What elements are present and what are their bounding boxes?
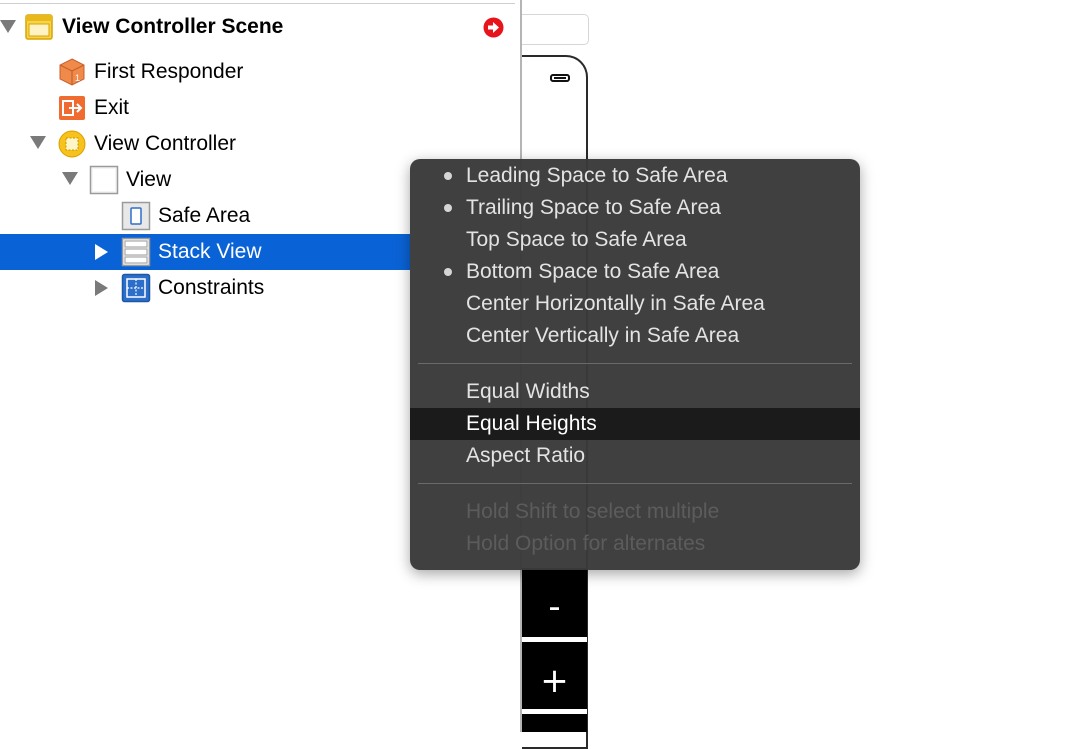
menu-item-label: Aspect Ratio — [466, 444, 586, 467]
outline-row-stack-view[interactable]: Stack View — [0, 234, 410, 270]
menu-item-label: Trailing Space to Safe Area — [466, 196, 721, 219]
minus-button[interactable]: - — [522, 590, 587, 624]
constraints-icon — [121, 273, 151, 303]
menu-item-label: Leading Space to Safe Area — [466, 164, 728, 187]
outline-row-first-responder[interactable]: 1 First Responder — [0, 54, 515, 90]
view-controller-icon — [58, 130, 86, 158]
menu-item-equal-heights[interactable]: Equal Heights — [410, 408, 860, 440]
outline-label: Constraints — [158, 276, 265, 299]
menu-item-label: Center Horizontally in Safe Area — [466, 292, 765, 315]
disclosure-collapsed-icon[interactable] — [95, 244, 108, 260]
view-icon — [89, 165, 119, 195]
menu-separator — [418, 483, 852, 484]
exit-icon — [59, 96, 85, 120]
outline-top-divider — [0, 3, 515, 4]
menu-item-center-vertically[interactable]: Center Vertically in Safe Area — [410, 320, 860, 352]
menu-hint-shift: Hold Shift to select multiple — [410, 496, 860, 528]
menu-hint-label: Hold Option for alternates — [466, 532, 706, 555]
menu-hint-option: Hold Option for alternates — [410, 528, 860, 560]
menu-separator — [418, 363, 852, 364]
menu-item-bottom-space[interactable]: Bottom Space to Safe Area — [410, 256, 860, 288]
menu-item-leading-space[interactable]: Leading Space to Safe Area — [410, 160, 860, 192]
scene-dock-bar[interactable] — [522, 14, 589, 45]
warning-arrow-icon[interactable] — [483, 17, 504, 38]
outline-label: View — [126, 168, 172, 191]
menu-item-equal-widths[interactable]: Equal Widths — [410, 376, 860, 408]
scene-title: View Controller Scene — [62, 15, 284, 38]
constraint-popup-menu[interactable]: Leading Space to Safe Area Trailing Spac… — [410, 159, 860, 570]
outline-row-view-controller[interactable]: View Controller — [0, 126, 515, 162]
checked-bullet-icon — [444, 204, 452, 212]
menu-item-label: Top Space to Safe Area — [466, 228, 687, 251]
stack-separator — [522, 637, 587, 642]
outline-row-exit[interactable]: Exit — [0, 90, 515, 126]
outline-row-scene[interactable]: View Controller Scene — [0, 10, 515, 46]
safe-area-icon — [121, 201, 151, 231]
stepper-stack[interactable]: - + — [522, 568, 587, 732]
outline-label: Stack View — [158, 240, 262, 263]
outline-label: First Responder — [94, 60, 244, 83]
checked-bullet-icon — [444, 268, 452, 276]
outline-label: Exit — [94, 96, 130, 119]
menu-item-label: Equal Widths — [466, 380, 590, 403]
stack-view-icon — [121, 237, 151, 267]
stack-separator — [522, 709, 587, 714]
speaker-icon — [550, 74, 570, 82]
menu-item-label: Bottom Space to Safe Area — [466, 260, 720, 283]
menu-hint-label: Hold Shift to select multiple — [466, 500, 720, 523]
outline-label: Safe Area — [158, 204, 251, 227]
menu-item-label: Equal Heights — [466, 412, 597, 435]
checked-bullet-icon — [444, 172, 452, 180]
disclosure-expanded-icon[interactable] — [62, 172, 78, 185]
disclosure-expanded-icon[interactable] — [30, 136, 46, 149]
menu-item-top-space[interactable]: Top Space to Safe Area — [410, 224, 860, 256]
first-responder-icon: 1 — [59, 58, 85, 86]
menu-item-label: Center Vertically in Safe Area — [466, 324, 740, 347]
outline-label: View Controller — [94, 132, 237, 155]
menu-item-trailing-space[interactable]: Trailing Space to Safe Area — [410, 192, 860, 224]
menu-item-aspect-ratio[interactable]: Aspect Ratio — [410, 440, 860, 472]
menu-item-center-horizontally[interactable]: Center Horizontally in Safe Area — [410, 288, 860, 320]
scene-icon — [25, 14, 53, 40]
disclosure-collapsed-icon[interactable] — [95, 280, 108, 296]
plus-button[interactable]: + — [522, 664, 587, 698]
svg-text:1: 1 — [75, 73, 80, 83]
disclosure-expanded-icon[interactable] — [0, 20, 16, 33]
